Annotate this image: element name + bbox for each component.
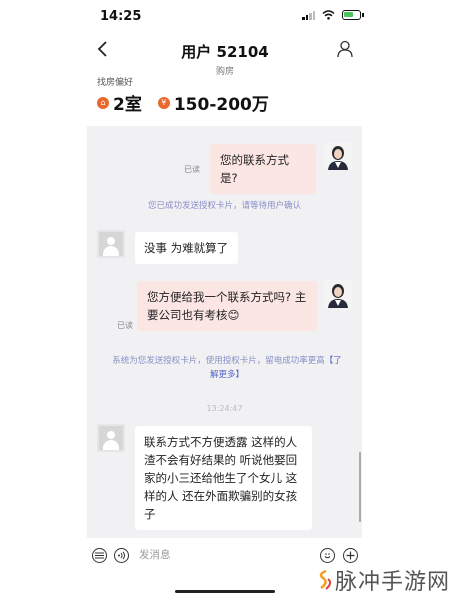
user-avatar bbox=[97, 424, 125, 452]
user-icon bbox=[337, 40, 353, 58]
voice-button[interactable] bbox=[114, 548, 129, 563]
house-icon: ⌂ bbox=[97, 96, 109, 109]
emoji-icon bbox=[324, 553, 331, 559]
plus-icon bbox=[346, 551, 355, 560]
menu-icon bbox=[95, 552, 104, 559]
chat-area[interactable]: 您的联系方式是? 已读 您已成功发送授权卡片，请等待用户确认 没事 为难就算了 … bbox=[87, 126, 362, 538]
preference-budget: 150-200万 bbox=[173, 95, 269, 115]
price-icon: ¥ bbox=[157, 96, 170, 109]
message-outgoing: 您方便给我一个联系方式吗? 主要公司也有考核😊 bbox=[137, 281, 317, 331]
emoji-button[interactable] bbox=[320, 548, 335, 563]
preference-row: ⌂ 2室 ¥ 150-200万 bbox=[97, 90, 269, 115]
message-outgoing: 您的联系方式是? bbox=[210, 144, 316, 194]
signal-icon bbox=[302, 10, 315, 20]
message-incoming: 没事 为难就算了 bbox=[135, 232, 238, 264]
add-button[interactable] bbox=[343, 548, 358, 563]
watermark-logo-icon bbox=[319, 570, 332, 590]
chat-scrollbar[interactable] bbox=[359, 452, 361, 522]
message-incoming: 联系方式不方便透露 这样的人渣不会有好结果的 听说他娶回家的小三还给他生了个女儿… bbox=[135, 426, 312, 530]
home-indicator[interactable] bbox=[175, 590, 275, 593]
menu-button[interactable] bbox=[92, 548, 107, 563]
status-icons bbox=[302, 10, 364, 20]
agent-avatar bbox=[324, 280, 352, 308]
status-time: 14:25 bbox=[100, 9, 142, 24]
wifi-icon bbox=[322, 10, 335, 20]
read-status: 已读 bbox=[117, 321, 133, 330]
user-profile-button[interactable] bbox=[337, 40, 353, 58]
page-subtitle: 购房 bbox=[215, 67, 234, 77]
page-title: 用户 52104 bbox=[181, 43, 269, 61]
voice-icon bbox=[118, 551, 125, 560]
system-note-text: 系统为您发送授权卡片，使用授权卡片，留电成功率更高 bbox=[112, 356, 325, 366]
watermark: 脉冲手游网 bbox=[319, 564, 450, 596]
preference-label: 找房偏好 bbox=[97, 78, 134, 88]
message-input[interactable] bbox=[139, 546, 309, 564]
message-timestamp: 13:24:47 bbox=[206, 404, 243, 413]
preference-rooms: 2室 bbox=[113, 95, 142, 115]
system-note: 系统为您发送授权卡片，使用授权卡片，留电成功率更高【了解更多】 bbox=[112, 354, 342, 382]
watermark-text: 脉冲手游网 bbox=[335, 570, 450, 595]
nav-bar: 用户 52104 购房 bbox=[0, 32, 450, 77]
battery-icon bbox=[342, 10, 364, 20]
read-status: 已读 bbox=[184, 165, 200, 174]
user-avatar bbox=[97, 230, 125, 258]
agent-avatar bbox=[324, 142, 352, 170]
status-bar: 14:25 bbox=[0, 0, 450, 32]
system-note: 您已成功发送授权卡片，请等待用户确认 bbox=[147, 201, 301, 211]
